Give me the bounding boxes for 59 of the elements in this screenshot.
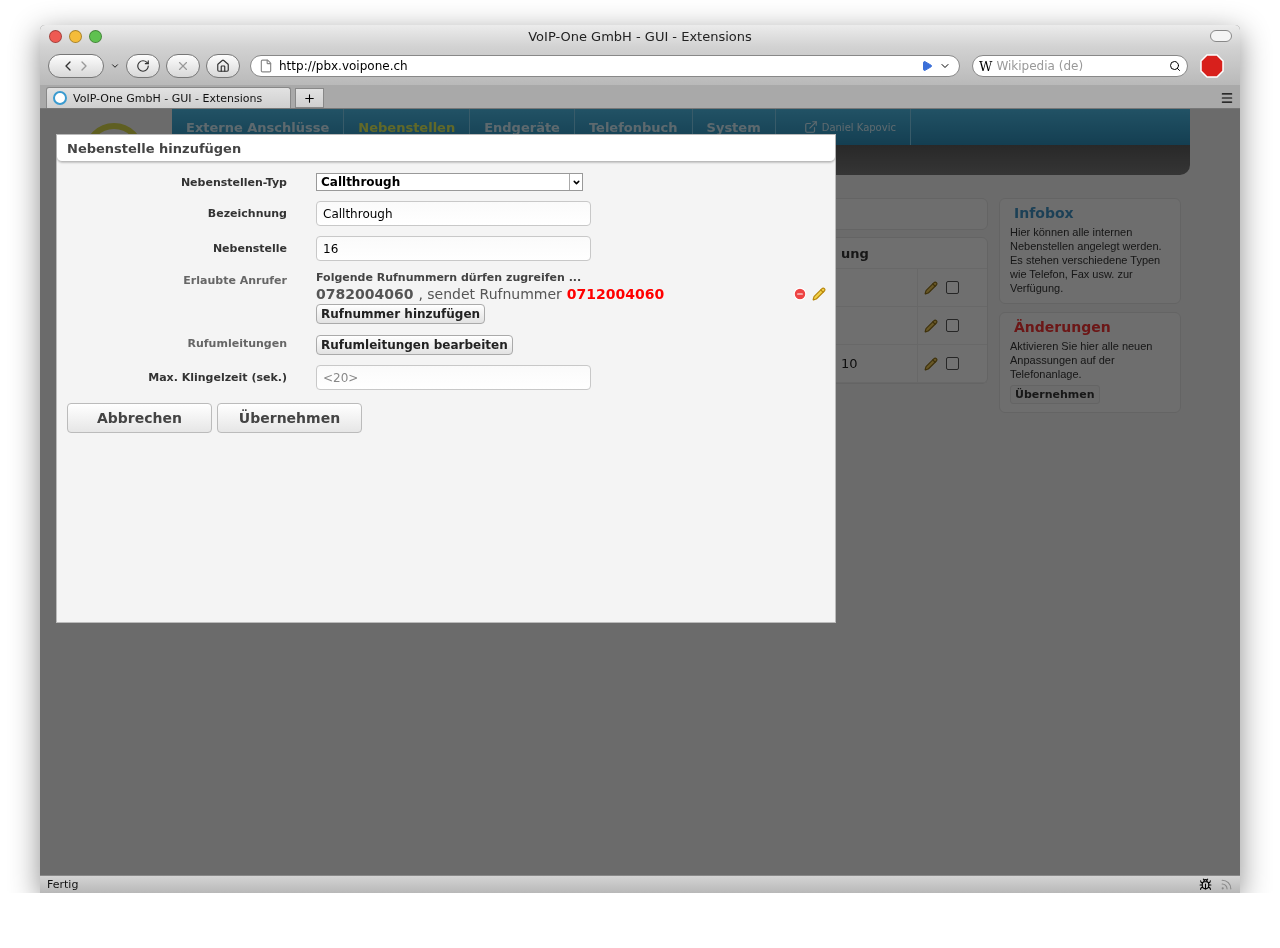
search-engine-label[interactable]: W	[979, 58, 993, 74]
close-icon	[176, 59, 190, 73]
row-checkbox[interactable]	[946, 319, 959, 332]
dialog-button[interactable]: Übernehmen	[217, 403, 362, 433]
status-text: Fertig	[47, 878, 80, 891]
sent-number: 0712004060	[566, 286, 666, 302]
edit-icon[interactable]	[924, 356, 938, 371]
back-forward-button[interactable]	[48, 54, 104, 78]
field-label: Rufumleitungen	[186, 336, 287, 350]
stop-sign-icon[interactable]	[1200, 54, 1224, 78]
tab-list-icon[interactable]	[1220, 91, 1234, 105]
search-icon	[1169, 60, 1181, 72]
home-icon	[216, 59, 230, 73]
edit-icon[interactable]	[924, 280, 938, 295]
callers-intro: Folgende Rufnummern dürfen zugreifen ...	[316, 271, 582, 284]
close-button[interactable]	[49, 29, 62, 43]
dialog-title: Nebenstelle hinzufügen	[57, 135, 835, 162]
go-icon[interactable]	[921, 60, 933, 72]
type-select[interactable]: Callthrough	[316, 173, 583, 191]
favicon-icon	[53, 91, 67, 105]
input-field[interactable]: <20>	[316, 365, 591, 390]
search-field[interactable]: W Wikipedia (de)	[972, 55, 1188, 77]
field-label: Nebenstelle	[211, 241, 287, 255]
field-label: Max. Klingelzeit (sek.)	[147, 370, 287, 384]
page-icon	[259, 59, 273, 73]
add-number-button[interactable]: Rufnummer hinzufügen	[316, 304, 486, 324]
toolbar-toggle-button[interactable]	[1210, 30, 1232, 42]
new-tab-button[interactable]	[295, 88, 324, 108]
caller-number: 0782004060	[316, 286, 414, 302]
reload-button[interactable]	[126, 54, 160, 78]
reload-icon	[136, 59, 150, 73]
plus-icon	[303, 91, 316, 105]
field-label: Erlaubte Anrufer	[182, 273, 287, 287]
input-field[interactable]: Callthrough	[316, 201, 591, 226]
home-button[interactable]	[206, 54, 240, 78]
box-title: Änderungen	[1014, 319, 1111, 335]
browser-tab[interactable]: VoIP-One GmbH - GUI - Extensions	[46, 87, 291, 108]
history-caret-icon[interactable]	[110, 61, 120, 71]
edit-icon[interactable]	[812, 287, 826, 301]
dialog-button[interactable]: Abbrechen	[67, 403, 212, 433]
minimize-button[interactable]	[69, 29, 82, 43]
input-field[interactable]: 16	[316, 236, 591, 261]
box-text: Aktivieren Sie hier alle neuen Anpassungen auf der Telefonanlage.	[1010, 339, 1154, 381]
caller-text: , sendet Rufnummer	[418, 286, 562, 302]
box-title: Infobox	[1014, 205, 1074, 221]
row-checkbox[interactable]	[946, 357, 959, 370]
row-checkbox[interactable]	[946, 281, 959, 294]
field-label: Bezeichnung	[206, 206, 287, 220]
window-title: VoIP-One GmbH - GUI - Extensions	[528, 28, 752, 44]
edit-icon[interactable]	[924, 318, 938, 333]
zoom-button[interactable]	[89, 29, 102, 43]
address-bar[interactable]: http://pbx.voipone.ch	[250, 55, 960, 77]
field-label: Nebenstellen-Typ	[179, 175, 287, 189]
bug-icon	[1199, 878, 1212, 891]
edit-forwarding-button[interactable]: Rufumleitungen bearbeiten	[316, 335, 513, 355]
external-link-icon	[803, 120, 818, 134]
remove-icon[interactable]	[793, 287, 807, 301]
stop-button[interactable]	[166, 54, 200, 78]
box-text: Hier können alle internen Nebenstellen angelegt werden. Es stehen verschiedene Typen wie Telefon, Fax usw. zur Verfügung.	[1010, 225, 1163, 295]
